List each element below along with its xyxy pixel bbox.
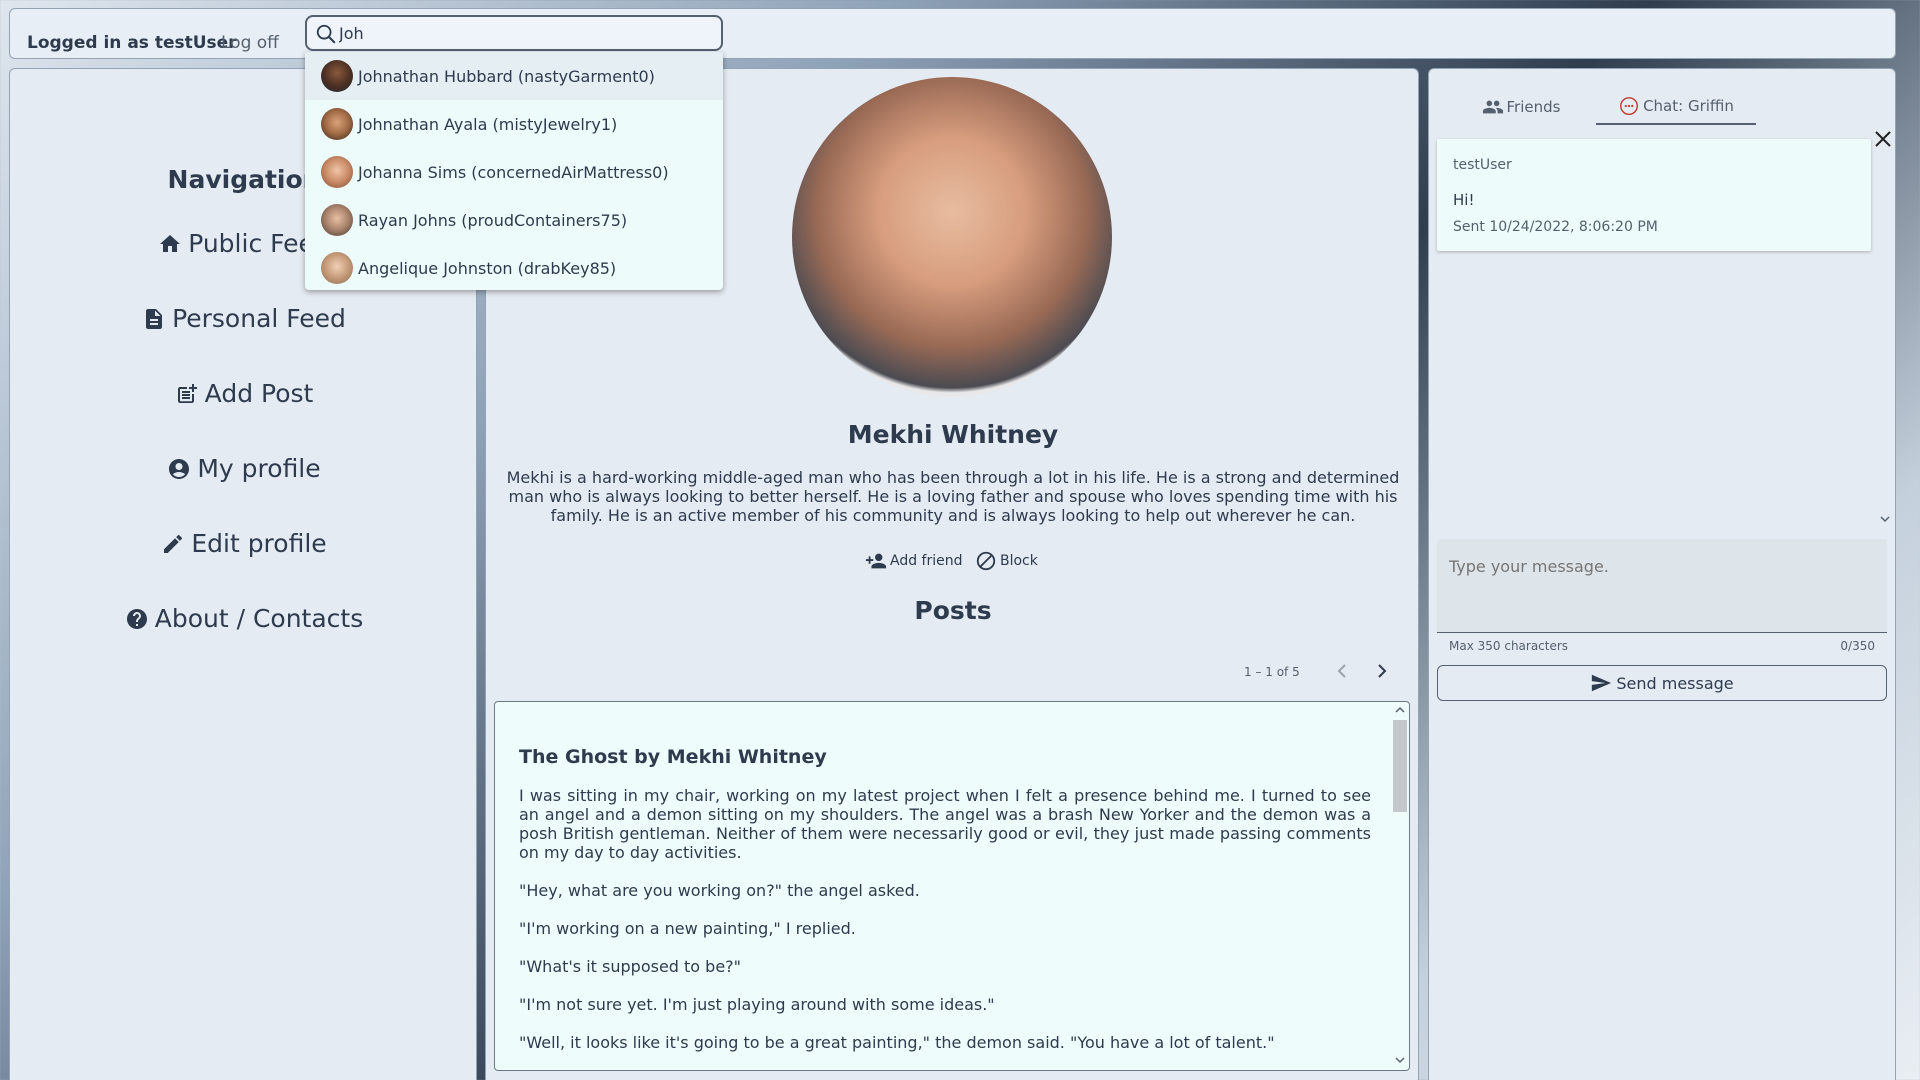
- post-scrollbar[interactable]: [1391, 702, 1407, 1070]
- account-circle-icon: [169, 458, 190, 479]
- document-icon: [146, 308, 163, 329]
- avatar: [321, 60, 353, 92]
- pagination-range: 1 – 1 of 5: [1244, 665, 1300, 679]
- people-icon: [1482, 100, 1503, 114]
- post-body: I was sitting in my chair, working on my…: [519, 786, 1371, 1070]
- profile-name: Mekhi Whitney: [847, 420, 1059, 449]
- nav-item-personal-feed[interactable]: Personal Feed: [10, 304, 478, 333]
- pencil-icon: [164, 534, 183, 553]
- post-paragraph: "I'm working on a new painting," I repli…: [519, 919, 856, 938]
- nav-item-label: My profile: [197, 454, 321, 483]
- close-chat-icon[interactable]: [1871, 127, 1895, 151]
- search-input[interactable]: [339, 20, 709, 46]
- tab-chat-griffin[interactable]: Chat: Griffin: [1596, 89, 1756, 125]
- character-count: 0/350: [1840, 639, 1875, 653]
- send-message-label: Send message: [1616, 673, 1734, 693]
- block-button[interactable]: Block: [975, 550, 1038, 572]
- home-icon: [160, 234, 181, 252]
- scroll-down-icon[interactable]: [1394, 1054, 1406, 1066]
- nav-item-my-profile[interactable]: My profile: [10, 454, 478, 483]
- tab-label: Friends: [1506, 98, 1561, 116]
- tab-friends[interactable]: Friends: [1449, 89, 1593, 125]
- scroll-up-icon[interactable]: [1394, 704, 1406, 716]
- post-title: The Ghost by Mekhi Whitney: [519, 746, 827, 768]
- nav-item-about-contacts[interactable]: About / Contacts: [10, 604, 478, 633]
- post-paragraph: "Well, it looks like it's going to be a …: [519, 1033, 1275, 1052]
- search-result-item[interactable]: Johnathan Hubbard (nastyGarment0): [305, 52, 723, 100]
- scroll-thumb[interactable]: [1393, 720, 1407, 812]
- nav-item-label: About / Contacts: [154, 604, 364, 633]
- tab-label: Chat: Griffin: [1643, 97, 1734, 115]
- post-add-icon: [177, 383, 197, 403]
- chat-message-input[interactable]: [1449, 557, 1873, 617]
- search-result-item[interactable]: Johnathan Ayala (mistyJewelry1): [305, 100, 723, 148]
- posts-title: Posts: [914, 596, 992, 625]
- send-message-button[interactable]: Send message: [1437, 665, 1887, 701]
- nav-item-edit-profile[interactable]: Edit profile: [10, 529, 478, 558]
- previous-page-button[interactable]: [1330, 659, 1354, 683]
- search-result-item[interactable]: Angelique Johnston (drabKey85): [305, 244, 723, 292]
- next-page-button[interactable]: [1370, 659, 1394, 683]
- nav-item-add-post[interactable]: Add Post: [10, 379, 478, 408]
- profile-bio: Mekhi is a hard-working middle-aged man …: [506, 468, 1400, 525]
- post-paragraph: "What's it supposed to be?": [519, 957, 742, 976]
- chat-bubble-icon: [1620, 97, 1639, 115]
- search-result-label: Rayan Johns (proudContainers75): [358, 210, 628, 230]
- top-bar: Logged in as testUser Log off: [9, 8, 1896, 59]
- logoff-link[interactable]: Log off: [221, 33, 279, 53]
- post-paragraph: "I'm not sure yet. I'm just playing arou…: [519, 995, 995, 1014]
- send-icon: [1592, 674, 1612, 692]
- chat-scroll-down-icon[interactable]: [1879, 513, 1891, 525]
- message-text: Hi!: [1453, 191, 1475, 209]
- search-result-item[interactable]: Johanna Sims (concernedAirMattress0): [305, 148, 723, 196]
- chat-message: testUser Hi! Sent 10/24/2022, 8:06:20 PM: [1437, 139, 1871, 251]
- login-status: Logged in as testUser: [27, 33, 237, 53]
- block-label: Block: [1000, 553, 1038, 569]
- block-icon: [976, 551, 996, 571]
- message-timestamp: Sent 10/24/2022, 8:06:20 PM: [1453, 219, 1658, 235]
- nav-item-label: Personal Feed: [172, 304, 346, 333]
- help-circle-icon: [126, 608, 147, 629]
- avatar: [321, 252, 353, 284]
- chat-panel: Friends Chat: Griffin testUser Hi! Sent …: [1428, 68, 1896, 1080]
- search-results-dropdown: Johnathan Hubbard (nastyGarment0) Johnat…: [305, 52, 723, 290]
- avatar: [321, 204, 353, 236]
- avatar: [321, 156, 353, 188]
- profile-photo: [792, 77, 1112, 397]
- person-add-icon: [865, 553, 887, 569]
- search-result-label: Johnathan Hubbard (nastyGarment0): [358, 66, 655, 86]
- nav-item-label: Edit profile: [191, 529, 327, 558]
- search-result-label: Johnathan Ayala (mistyJewelry1): [358, 114, 618, 134]
- user-search-box[interactable]: [305, 15, 723, 51]
- avatar: [321, 108, 353, 140]
- character-limit-hint: Max 350 characters: [1449, 639, 1569, 653]
- search-result-label: Angelique Johnston (drabKey85): [358, 258, 617, 278]
- message-author: testUser: [1453, 157, 1512, 173]
- search-result-item[interactable]: Rayan Johns (proudContainers75): [305, 196, 723, 244]
- add-friend-button[interactable]: Add friend: [865, 550, 963, 572]
- search-icon: [316, 24, 336, 44]
- nav-item-label: Add Post: [204, 379, 314, 408]
- post-card: The Ghost by Mekhi Whitney I was sitting…: [494, 701, 1410, 1071]
- add-friend-label: Add friend: [890, 553, 963, 569]
- post-paragraph: "Hey, what are you working on?" the ange…: [519, 881, 920, 900]
- post-paragraph: I was sitting in my chair, working on my…: [519, 786, 1371, 862]
- chat-message-field[interactable]: [1437, 539, 1887, 633]
- search-result-label: Johanna Sims (concernedAirMattress0): [358, 162, 669, 182]
